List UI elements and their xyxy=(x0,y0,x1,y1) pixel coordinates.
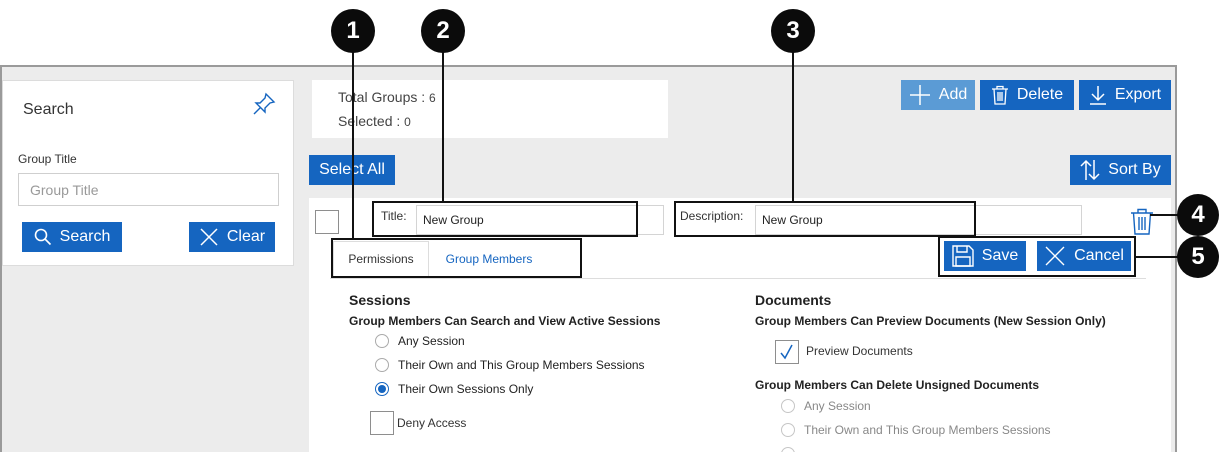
option-label: Any Session xyxy=(398,334,465,348)
delete-group-icon[interactable] xyxy=(1130,208,1154,240)
search-panel-title: Search xyxy=(23,101,74,118)
checkmark-icon xyxy=(780,344,793,360)
close-icon xyxy=(200,228,218,246)
search-panel: Search Group Title Search Clear xyxy=(2,80,294,266)
callout-5: 5 xyxy=(1177,236,1219,278)
callout-2: 2 xyxy=(421,9,465,53)
total-groups-value: 6 xyxy=(429,91,436,105)
clear-button[interactable]: Clear xyxy=(189,222,275,252)
option-label: Their Own and This Group Members Session… xyxy=(398,358,645,372)
option-label: Their Own and This Group Members Session… xyxy=(804,423,1051,437)
group-title-input[interactable] xyxy=(18,173,279,206)
option-label: Their Own Sessions Only xyxy=(398,382,534,396)
download-icon xyxy=(1089,86,1106,105)
preview-documents-checkbox[interactable] xyxy=(775,340,799,364)
callout-1: 1 xyxy=(331,9,375,53)
search-button[interactable]: Search xyxy=(22,222,122,252)
delete-docs-subtitle: Group Members Can Delete Unsigned Docume… xyxy=(755,378,1040,392)
delete-option-partial[interactable] xyxy=(781,447,804,452)
callout-3-line xyxy=(792,52,794,203)
description-input[interactable]: New Group xyxy=(755,205,1082,235)
close-icon xyxy=(1045,246,1065,266)
session-option-own-and-group[interactable]: Their Own and This Group Members Session… xyxy=(375,358,645,372)
sort-icon xyxy=(1080,159,1100,181)
sessions-heading: Sessions xyxy=(349,292,411,308)
sort-by-button[interactable]: Sort By xyxy=(1070,155,1171,185)
radio-button[interactable] xyxy=(375,358,389,372)
description-label: Description: xyxy=(680,209,744,223)
plus-icon xyxy=(909,85,930,105)
callout-2-line xyxy=(442,52,444,203)
callout-3: 3 xyxy=(771,9,815,53)
search-button-label: Search xyxy=(59,228,111,245)
preview-subtitle: Group Members Can Preview Documents (New… xyxy=(755,314,1106,328)
delete-button-label: Delete xyxy=(1016,86,1064,103)
save-button-label: Save xyxy=(981,247,1019,264)
add-button[interactable]: Add xyxy=(901,80,975,110)
tab-permissions[interactable]: Permissions xyxy=(333,241,429,277)
session-option-own-only[interactable]: Their Own Sessions Only xyxy=(375,382,533,396)
save-button[interactable]: Save xyxy=(944,241,1026,271)
preview-documents-label: Preview Documents xyxy=(806,344,913,358)
selected-label: Selected : xyxy=(338,113,401,129)
callout-4: 4 xyxy=(1177,194,1219,236)
option-label: Any Session xyxy=(804,399,871,413)
tab-group-members[interactable]: Group Members xyxy=(430,241,548,277)
sort-by-label: Sort By xyxy=(1108,161,1161,178)
title-label: Title: xyxy=(381,209,407,223)
callout-5-line xyxy=(1136,256,1178,258)
radio-button[interactable] xyxy=(781,399,795,413)
callout-1-line xyxy=(352,52,354,240)
title-input[interactable]: New Group xyxy=(416,205,664,235)
cancel-button[interactable]: Cancel xyxy=(1037,241,1131,271)
export-button[interactable]: Export xyxy=(1079,80,1171,110)
trash-icon xyxy=(991,85,1008,105)
radio-button[interactable] xyxy=(781,447,795,452)
delete-option-any[interactable]: Any Session xyxy=(781,399,871,413)
documents-heading: Documents xyxy=(755,292,832,308)
tab-divider xyxy=(330,278,1146,279)
delete-option-own-and-group[interactable]: Their Own and This Group Members Session… xyxy=(781,423,1051,437)
sessions-subtitle: Group Members Can Search and View Active… xyxy=(349,314,661,328)
add-button-label: Add xyxy=(938,86,968,103)
callout-4-line xyxy=(1150,214,1178,216)
radio-button-selected[interactable] xyxy=(375,382,389,396)
clear-button-label: Clear xyxy=(226,228,266,245)
cancel-button-label: Cancel xyxy=(1074,247,1124,264)
deny-access-label: Deny Access xyxy=(397,416,467,430)
pin-icon[interactable] xyxy=(251,91,277,117)
group-title-label: Group Title xyxy=(18,152,77,166)
search-icon xyxy=(34,228,51,246)
session-option-any[interactable]: Any Session xyxy=(375,334,465,348)
selected-value: 0 xyxy=(404,115,411,129)
group-row-checkbox[interactable] xyxy=(315,210,339,234)
deny-access-checkbox[interactable] xyxy=(370,411,394,435)
delete-button[interactable]: Delete xyxy=(980,80,1074,110)
export-button-label: Export xyxy=(1114,86,1162,103)
radio-button[interactable] xyxy=(375,334,389,348)
save-icon xyxy=(952,245,974,267)
radio-button[interactable] xyxy=(781,423,795,437)
totals-panel: Total Groups : 6 Selected : 0 xyxy=(312,80,668,138)
